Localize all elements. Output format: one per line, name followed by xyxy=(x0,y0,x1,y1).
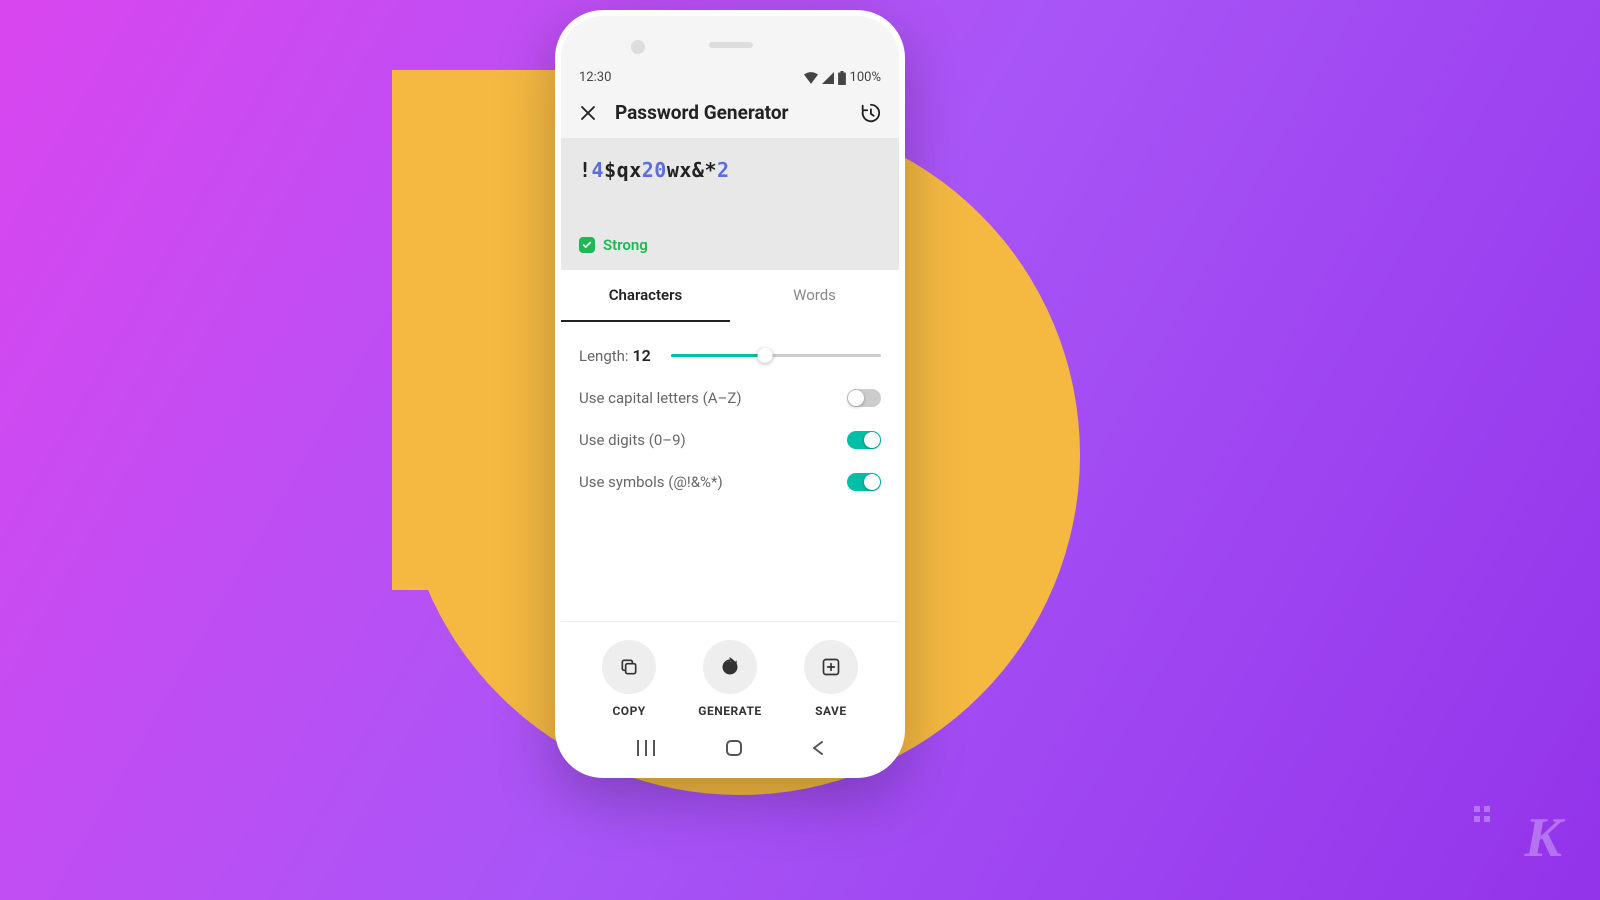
length-row: Length: 12 xyxy=(579,340,881,377)
android-nav-bar xyxy=(561,728,899,772)
phone-frame: 12:30 100% Password Generator !4$qx20wx&… xyxy=(555,10,905,778)
home-nav-icon[interactable] xyxy=(726,740,742,756)
status-bar: 12:30 100% xyxy=(561,60,899,85)
toggle-thumb xyxy=(848,390,864,406)
setting-label: Use capital letters (A–Z) xyxy=(579,389,742,407)
signal-icon xyxy=(822,72,834,84)
length-slider[interactable] xyxy=(671,354,881,357)
setting-label: Use digits (0–9) xyxy=(579,431,686,449)
watermark-logo: K xyxy=(1525,806,1560,870)
action-bar: COPY GENERATE SAVE xyxy=(561,621,899,728)
generate-button[interactable]: GENERATE xyxy=(698,640,761,718)
status-icons: 100% xyxy=(804,70,881,85)
back-nav-icon[interactable] xyxy=(812,740,824,756)
strength-indicator: Strong xyxy=(579,236,881,254)
password-display: !4$qx20wx&*2 Strong xyxy=(561,138,899,270)
settings-panel: Length: 12 Use capital letters (A–Z) Use … xyxy=(561,322,899,621)
battery-percent: 100% xyxy=(850,70,881,85)
length-label: Length: 12 xyxy=(579,346,651,365)
tab-characters[interactable]: Characters xyxy=(561,270,730,322)
app-bar: Password Generator xyxy=(561,85,899,138)
copy-label: COPY xyxy=(612,704,645,718)
save-button[interactable]: SAVE xyxy=(804,640,858,718)
tabs: CharactersWords xyxy=(561,270,899,322)
wifi-icon xyxy=(804,72,818,84)
length-value: 12 xyxy=(633,346,651,365)
speaker-slot xyxy=(709,42,753,48)
toggle-switch[interactable] xyxy=(847,389,881,407)
status-time: 12:30 xyxy=(579,70,611,85)
camera-dot xyxy=(631,40,645,54)
recents-nav-icon[interactable] xyxy=(636,740,656,756)
strength-label: Strong xyxy=(603,236,648,254)
setting-row: Use capital letters (A–Z) xyxy=(579,377,881,419)
setting-row: Use digits (0–9) xyxy=(579,419,881,461)
toggle-switch[interactable] xyxy=(847,431,881,449)
copy-button[interactable]: COPY xyxy=(602,640,656,718)
shield-check-icon xyxy=(579,237,595,253)
slider-thumb[interactable] xyxy=(758,348,773,363)
toggle-thumb xyxy=(864,474,880,490)
setting-label: Use symbols (@!&%*) xyxy=(579,473,723,491)
refresh-icon xyxy=(720,657,740,677)
slider-fill xyxy=(671,354,766,357)
generated-password: !4$qx20wx&*2 xyxy=(579,158,881,182)
watermark-dots xyxy=(1474,806,1490,822)
copy-icon xyxy=(619,657,639,677)
setting-row: Use symbols (@!&%*) xyxy=(579,461,881,503)
battery-icon xyxy=(838,71,846,85)
page-title: Password Generator xyxy=(615,101,841,124)
tab-words[interactable]: Words xyxy=(730,270,899,322)
generate-label: GENERATE xyxy=(698,704,761,718)
save-label: SAVE xyxy=(815,704,847,718)
close-icon[interactable] xyxy=(579,104,597,122)
toggle-thumb xyxy=(864,432,880,448)
toggle-switch[interactable] xyxy=(847,473,881,491)
history-icon[interactable] xyxy=(859,102,881,124)
plus-square-icon xyxy=(821,657,841,677)
